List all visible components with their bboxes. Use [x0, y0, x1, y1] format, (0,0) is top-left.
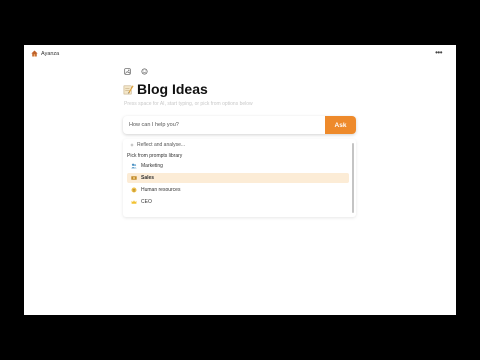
prompt-item-label: Human resources	[141, 187, 181, 193]
app-window: Ayanza ••• Blog Ideas Press space for AI…	[24, 45, 456, 315]
page-title-row: Blog Ideas	[123, 81, 208, 97]
image-icon[interactable]	[124, 68, 131, 75]
memo-icon	[123, 84, 134, 94]
prompt-item-marketing[interactable]: Marketing	[127, 161, 349, 171]
ask-input[interactable]	[123, 116, 329, 134]
prompt-item-ceo[interactable]: CEO	[127, 197, 349, 207]
ask-button[interactable]: Ask	[325, 116, 356, 134]
prompt-item-label: Sales	[141, 175, 155, 181]
page-title[interactable]: Blog Ideas	[137, 81, 208, 97]
ai-ask-bar: Ask	[123, 116, 356, 134]
sparkle-icon	[130, 143, 134, 147]
editor-hint: Press space for AI, start typing, or pic…	[124, 101, 253, 107]
app-name: Ayanza	[41, 50, 60, 57]
page-toolbar	[124, 68, 148, 75]
money-icon	[131, 176, 137, 180]
face-icon	[131, 187, 137, 193]
reflect-label: Reflect and analyse...	[137, 142, 186, 148]
prompt-dropdown: Reflect and analyse... Pick from prompts…	[123, 139, 356, 217]
prompt-item-sales[interactable]: Sales	[127, 173, 349, 183]
house-logo-icon	[31, 50, 38, 57]
emoji-icon[interactable]	[141, 68, 148, 75]
reflect-option[interactable]: Reflect and analyse...	[130, 142, 185, 148]
top-bar: Ayanza •••	[24, 45, 456, 63]
crown-icon	[131, 200, 137, 204]
prompt-item-human-resources[interactable]: Human resources	[127, 185, 349, 195]
more-options-button[interactable]: •••	[435, 48, 442, 57]
people-icon	[131, 163, 137, 169]
dropdown-scrollbar[interactable]	[352, 143, 354, 213]
prompt-item-label: Marketing	[141, 163, 163, 169]
prompts-library-header: Pick from prompts library	[127, 153, 183, 159]
prompt-item-label: CEO	[141, 199, 152, 205]
brand[interactable]: Ayanza	[31, 50, 59, 57]
